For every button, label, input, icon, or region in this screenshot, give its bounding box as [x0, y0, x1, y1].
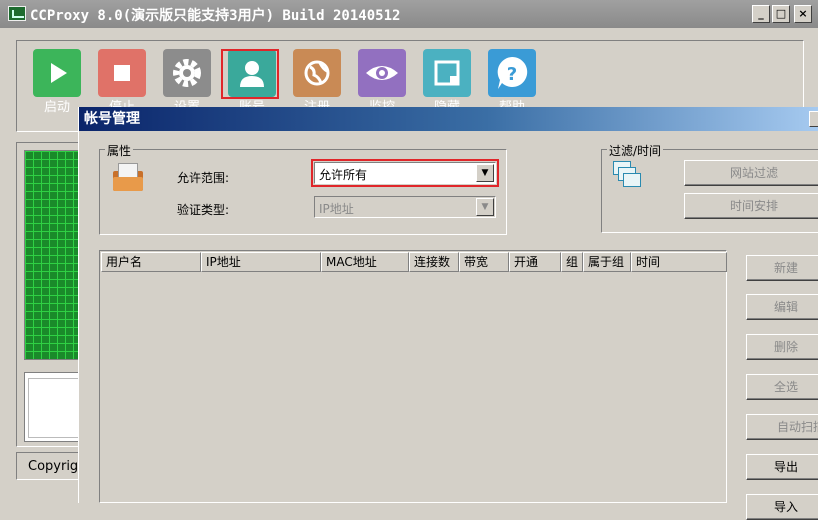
account-management-dialog: 帐号管理 属性 允许范围: 允许所有 ▼ 验证类型: IP地址 ▼ 过滤/时间 … — [78, 107, 818, 520]
attributes-group-label: 属性 — [105, 142, 134, 159]
window-icon — [434, 60, 460, 86]
export-button[interactable]: 导出 — [746, 454, 818, 480]
minimize-button[interactable]: _ — [752, 5, 770, 23]
maximize-button[interactable]: □ — [772, 5, 790, 23]
col-ip-address[interactable]: IP地址 — [201, 252, 321, 272]
col-mac-address[interactable]: MAC地址 — [321, 252, 409, 272]
gear-icon — [173, 59, 201, 87]
settings-button[interactable] — [163, 49, 211, 97]
delete-button[interactable]: 删除 — [746, 334, 818, 360]
stop-button[interactable] — [98, 49, 146, 97]
account-highlight-box — [221, 49, 279, 99]
user-list-header: 用户名 IP地址 MAC地址 连接数 带宽 开通 组 属于组 时间 — [101, 252, 727, 272]
auth-type-value: IP地址 — [319, 202, 354, 216]
help-button[interactable]: ? — [488, 49, 536, 97]
allow-range-highlight-box — [311, 159, 499, 187]
time-schedule-button[interactable]: 时间安排 — [684, 193, 818, 219]
col-connections[interactable]: 连接数 — [409, 252, 459, 272]
select-all-button[interactable]: 全选 — [746, 374, 818, 400]
import-button[interactable]: 导入 — [746, 494, 818, 520]
new-button[interactable]: 新建 — [746, 255, 818, 281]
filter-time-group-label: 过滤/时间 — [607, 142, 664, 159]
close-button[interactable]: × — [794, 5, 812, 23]
help-icon: ? — [497, 56, 528, 89]
auth-type-label: 验证类型: — [177, 203, 230, 217]
chevron-down-icon[interactable]: ▼ — [476, 198, 494, 216]
window-title: CCProxy 8.0(演示版只能支持3用户) Build 20140512 — [30, 8, 401, 24]
allow-range-label: 允许范围: — [177, 171, 230, 185]
dialog-title[interactable]: 帐号管理 — [79, 107, 818, 131]
hide-button[interactable] — [423, 49, 471, 97]
user-list[interactable]: 用户名 IP地址 MAC地址 连接数 带宽 开通 组 属于组 时间 — [99, 250, 727, 503]
auto-scan-button[interactable]: 自动扫描 — [746, 414, 818, 440]
play-icon — [51, 63, 67, 83]
col-member-of[interactable]: 属于组 — [583, 252, 631, 272]
start-button[interactable] — [33, 49, 81, 97]
col-time[interactable]: 时间 — [631, 252, 727, 272]
stop-icon — [114, 65, 130, 81]
monitor-button[interactable] — [358, 49, 406, 97]
col-enabled[interactable]: 开通 — [509, 252, 561, 272]
inbox-icon — [113, 163, 143, 191]
ccproxy-app-icon — [8, 6, 26, 21]
col-username[interactable]: 用户名 — [101, 252, 201, 272]
eye-icon — [366, 66, 398, 80]
filter-list-icon — [613, 161, 645, 191]
dialog-close-button[interactable] — [809, 111, 818, 127]
edit-button[interactable]: 编辑 — [746, 294, 818, 320]
auth-type-select[interactable]: IP地址 ▼ — [314, 196, 496, 218]
col-bandwidth[interactable]: 带宽 — [459, 252, 509, 272]
traffic-grid-graph — [24, 150, 82, 360]
site-filter-button[interactable]: 网站过滤 — [684, 160, 818, 186]
left-info-inner — [28, 378, 82, 438]
main-title-bar[interactable]: CCProxy 8.0(演示版只能支持3用户) Build 20140512 _… — [0, 0, 818, 28]
globe-icon — [304, 60, 330, 86]
svg-text:?: ? — [507, 64, 517, 85]
col-group[interactable]: 组 — [561, 252, 583, 272]
register-button[interactable] — [293, 49, 341, 97]
